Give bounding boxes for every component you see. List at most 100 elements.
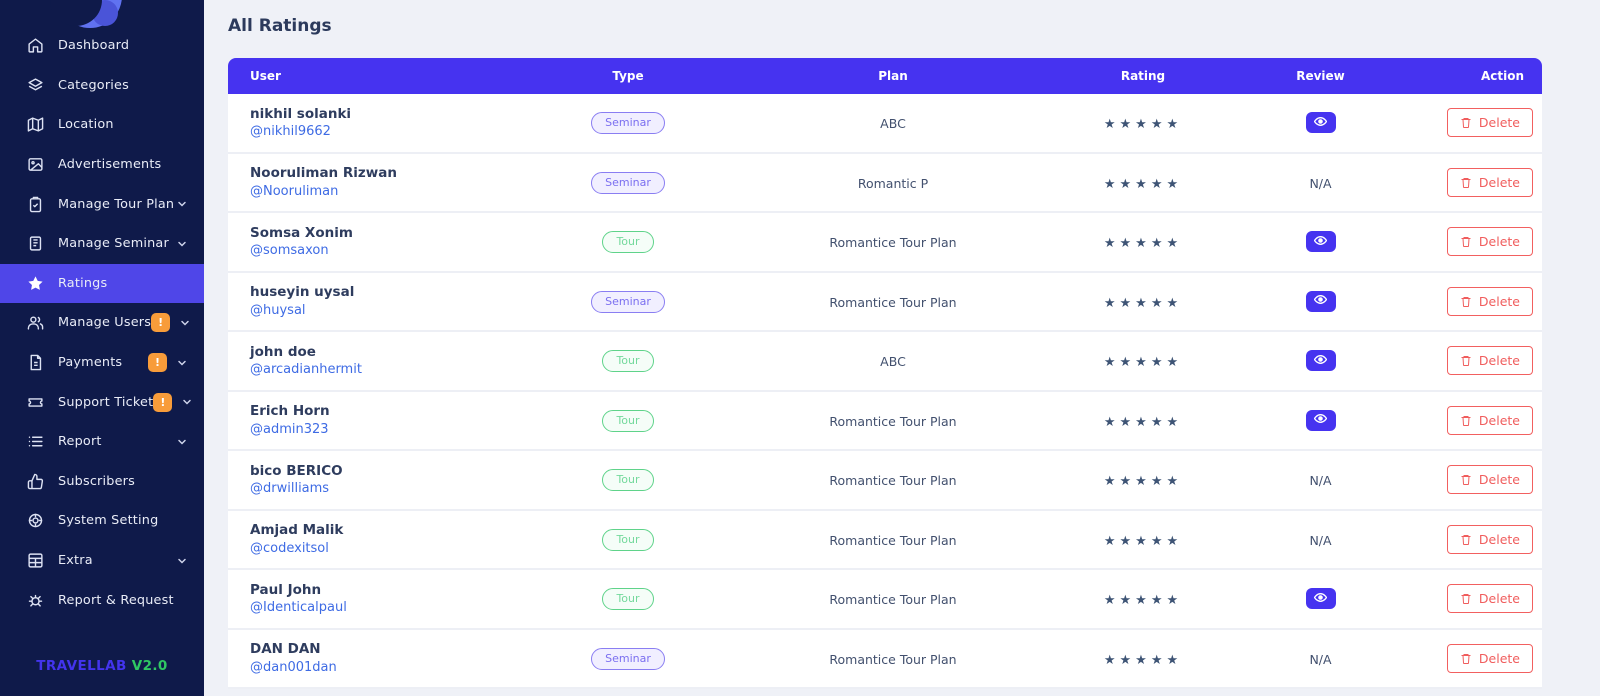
chevron-down-icon [176, 357, 188, 369]
users-icon [26, 314, 44, 332]
view-review-button[interactable] [1305, 112, 1336, 134]
plan-name: Romantice Tour Plan [829, 235, 957, 251]
plan-name: Romantice Tour Plan [829, 473, 957, 489]
view-review-button[interactable] [1305, 231, 1336, 253]
rating-stars: ★★★★★ [1103, 176, 1183, 192]
sidebar-item-extra[interactable]: Extra [0, 541, 204, 581]
sidebar-item-report-request[interactable]: Report & Request [0, 580, 204, 620]
table-row: Amjad Malik @codexitsol Tour Romantice T… [228, 510, 1542, 570]
star-icon [26, 274, 44, 292]
eye-icon [1313, 353, 1328, 369]
sidebar-item-dashboard[interactable]: Dashboard [0, 26, 204, 66]
rating-stars: ★★★★★ [1103, 355, 1183, 371]
delete-button[interactable]: Delete [1446, 167, 1533, 197]
sidebar-item-support-ticket[interactable]: Support Ticket ! [0, 382, 204, 422]
sidebar-item-manage-seminar[interactable]: Manage Seminar [0, 224, 204, 264]
rating-stars: ★★★★★ [1103, 117, 1183, 133]
user-name: DAN DAN [250, 641, 321, 658]
type-badge: Tour [602, 469, 654, 492]
sidebar-item-advertisements[interactable]: Advertisements [0, 145, 204, 185]
trash-icon [1461, 475, 1471, 486]
eye-icon [1313, 293, 1328, 309]
view-review-button[interactable] [1305, 588, 1336, 610]
table-row: Somsa Xonim @somsaxon Tour Romantice Tou… [228, 213, 1542, 273]
eye-icon [1313, 591, 1328, 607]
user-name: bico BERICO [250, 462, 343, 479]
delete-button[interactable]: Delete [1446, 227, 1533, 257]
user-handle-link[interactable]: @drwilliams [250, 480, 508, 498]
type-badge: Tour [602, 350, 654, 373]
type-badge: Seminar [591, 112, 665, 135]
sidebar-item-label: System Setting [58, 513, 159, 529]
sidebar-item-manage-users[interactable]: Manage Users ! [0, 303, 204, 343]
user-handle-link[interactable]: @arcadianhermit [250, 361, 508, 379]
view-review-button[interactable] [1305, 350, 1336, 372]
sidebar-item-subscribers[interactable]: Subscribers [0, 462, 204, 502]
plan-name: ABC [880, 116, 906, 132]
clipboard-check-icon [26, 195, 44, 213]
delete-button-label: Delete [1478, 234, 1520, 250]
sidebar-item-payments[interactable]: Payments ! [0, 343, 204, 383]
delete-button[interactable]: Delete [1446, 465, 1533, 495]
user-handle-link[interactable]: @somsaxon [250, 242, 508, 260]
user-handle-link[interactable]: @Nooruliman [250, 183, 508, 201]
delete-button[interactable]: Delete [1446, 643, 1533, 673]
sidebar-item-manage-tour-plan[interactable]: Manage Tour Plan [0, 184, 204, 224]
table-row: nikhil solanki @nikhil9662 Seminar ABC ★… [228, 94, 1542, 154]
delete-button[interactable]: Delete [1446, 286, 1533, 316]
type-badge: Tour [602, 231, 654, 254]
sidebar-item-location[interactable]: Location [0, 105, 204, 145]
rating-stars: ★★★★★ [1103, 295, 1183, 311]
delete-button[interactable]: Delete [1446, 108, 1533, 138]
type-badge: Tour [602, 409, 654, 432]
sidebar-item-ratings[interactable]: Ratings [0, 263, 204, 304]
view-review-button[interactable] [1305, 290, 1336, 312]
delete-button[interactable]: Delete [1446, 405, 1533, 435]
review-not-available: N/A [1309, 651, 1332, 667]
user-name: Paul John [250, 581, 322, 598]
delete-button[interactable]: Delete [1446, 346, 1533, 376]
user-handle-link[interactable]: @codexitsol [250, 540, 508, 558]
sidebar-item-label: Advertisements [58, 157, 162, 173]
plan-name: Romantic P [857, 175, 929, 191]
eye-icon [1313, 234, 1328, 250]
layers-icon [26, 76, 44, 94]
delete-button[interactable]: Delete [1446, 584, 1533, 614]
trash-icon [1461, 415, 1471, 426]
user-name: Erich Horn [250, 403, 330, 420]
table-row: bico BERICO @drwilliams Tour Romantice T… [228, 451, 1542, 511]
view-review-button[interactable] [1305, 409, 1336, 431]
brand-name: TRAVELLAB [36, 658, 127, 674]
chevron-down-icon [176, 238, 188, 250]
brand-version: V2.0 [131, 658, 168, 674]
user-handle-link[interactable]: @dan001dan [250, 659, 508, 677]
plan-name: Romantice Tour Plan [829, 592, 957, 608]
type-badge: Seminar [591, 290, 665, 313]
page-title: All Ratings [228, 16, 332, 36]
chevron-down-icon [176, 555, 188, 567]
plan-name: Romantice Tour Plan [829, 532, 957, 548]
table-row: DAN DAN @dan001dan Seminar Romantice Tou… [228, 629, 1542, 689]
ratings-table: User Type Plan Rating Review Action nikh… [228, 58, 1542, 689]
sidebar-item-categories[interactable]: Categories [0, 66, 204, 106]
sidebar-item-label: Manage Seminar [58, 236, 169, 252]
user-handle-link[interactable]: @huysal [250, 302, 508, 320]
user-handle-link[interactable]: @admin323 [250, 421, 508, 439]
sidebar-item-system-setting[interactable]: System Setting [0, 501, 204, 541]
sidebar-item-report[interactable]: Report [0, 422, 204, 462]
sidebar-item-label: Report [58, 434, 102, 450]
rating-stars: ★★★★★ [1103, 652, 1183, 668]
sidebar-item-label: Support Ticket [58, 394, 154, 410]
sidebar-item-label: Categories [58, 77, 129, 93]
delete-button-label: Delete [1478, 531, 1520, 547]
trash-icon [1461, 118, 1471, 129]
user-handle-link[interactable]: @Identicalpaul [250, 599, 508, 617]
delete-button[interactable]: Delete [1446, 524, 1533, 554]
invoice-icon [26, 354, 44, 372]
chevron-down-icon [176, 198, 188, 210]
alert-badge: ! [148, 353, 167, 373]
user-handle-link[interactable]: @nikhil9662 [250, 123, 508, 141]
sidebar-item-label: Dashboard [58, 38, 130, 54]
sidebar-item-label: Manage Users [58, 315, 152, 331]
app-root: Dashboard Categories Location Advertisem… [0, 0, 1600, 696]
